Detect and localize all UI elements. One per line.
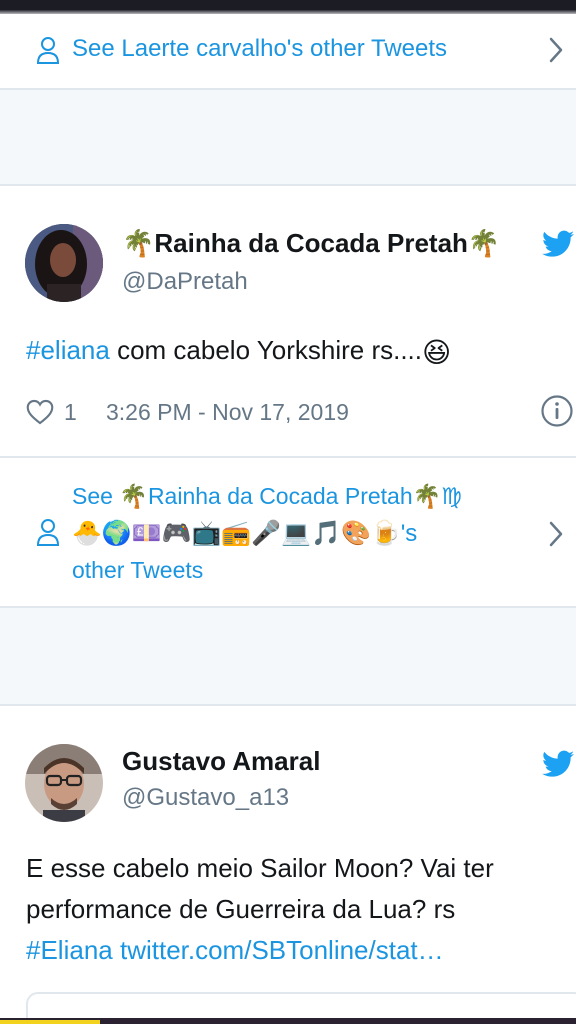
avatar[interactable] <box>25 224 103 302</box>
timeline-gap <box>0 90 576 184</box>
tweet-dapretah[interactable]: 🌴Rainha da Cocada Pretah🌴 @DaPretah #eli… <box>0 184 576 456</box>
person-icon <box>36 519 60 546</box>
bottom-accent-strip <box>0 1020 100 1024</box>
person-icon <box>36 37 60 64</box>
tweet-text-content: com cabelo Yorkshire rs.... <box>109 335 422 365</box>
tweet-text-line-3: #Eliana twitter.com/SBTonline/stat… <box>26 930 566 971</box>
tweet-text: #eliana com cabelo Yorkshire rs....😆 <box>26 330 566 373</box>
chevron-right-icon <box>549 521 563 547</box>
tweet-meta: 1 3:26 PM - Nov 17, 2019 <box>26 395 576 428</box>
user-handle[interactable]: @Gustavo_a13 <box>122 784 289 812</box>
hashtag-link[interactable]: #eliana <box>26 335 110 365</box>
chevron-right-icon <box>549 37 563 63</box>
user-display-name[interactable]: Gustavo Amaral <box>122 746 320 777</box>
grinning-squinting-emoji: 😆 <box>422 336 452 368</box>
tweet-timestamp[interactable]: 3:26 PM - Nov 17, 2019 <box>106 398 349 426</box>
info-icon[interactable] <box>540 394 574 428</box>
see-other-tweets-label: See Laerte carvalho's other Tweets <box>72 35 448 62</box>
avatar[interactable] <box>25 744 103 822</box>
label-line-1: See 🌴Rainha da Cocada Pretah🌴♍ <box>72 483 462 509</box>
heart-icon[interactable] <box>26 399 54 425</box>
tweet-text-line-2: performance de Guerreira da Lua? rs <box>26 894 456 924</box>
see-other-tweets-laerte[interactable]: See Laerte carvalho's other Tweets <box>0 14 576 90</box>
url-link[interactable]: twitter.com/SBTonline/stat… <box>120 935 444 965</box>
timeline-gap <box>0 608 576 704</box>
user-handle[interactable]: @DaPretah <box>122 268 248 296</box>
see-other-tweets-dapretah[interactable]: See 🌴Rainha da Cocada Pretah🌴♍ 🐣🌍💷🎮📺📻🎤💻🎵… <box>0 456 576 608</box>
label-line-3: other Tweets <box>72 557 204 583</box>
tweet-text: E esse cabelo meio Sailor Moon? Vai ter … <box>26 848 566 971</box>
label-line-2: 🐣🌍💷🎮📺📻🎤💻🎵🎨🍺's <box>72 520 418 547</box>
twitter-bird-icon[interactable] <box>542 750 574 778</box>
tweet-text-line-1: E esse cabelo meio Sailor Moon? Vai ter <box>26 853 494 883</box>
see-other-tweets-label: See 🌴Rainha da Cocada Pretah🌴♍ 🐣🌍💷🎮📺📻🎤💻🎵… <box>72 478 532 589</box>
twitter-bird-icon[interactable] <box>542 230 574 258</box>
like-count: 1 <box>64 399 77 425</box>
hashtag-link[interactable]: #Eliana <box>26 935 113 965</box>
user-display-name[interactable]: 🌴Rainha da Cocada Pretah🌴 <box>122 228 500 259</box>
tweet-gustavo[interactable]: Gustavo Amaral @Gustavo_a13 E esse cabel… <box>0 704 576 1024</box>
